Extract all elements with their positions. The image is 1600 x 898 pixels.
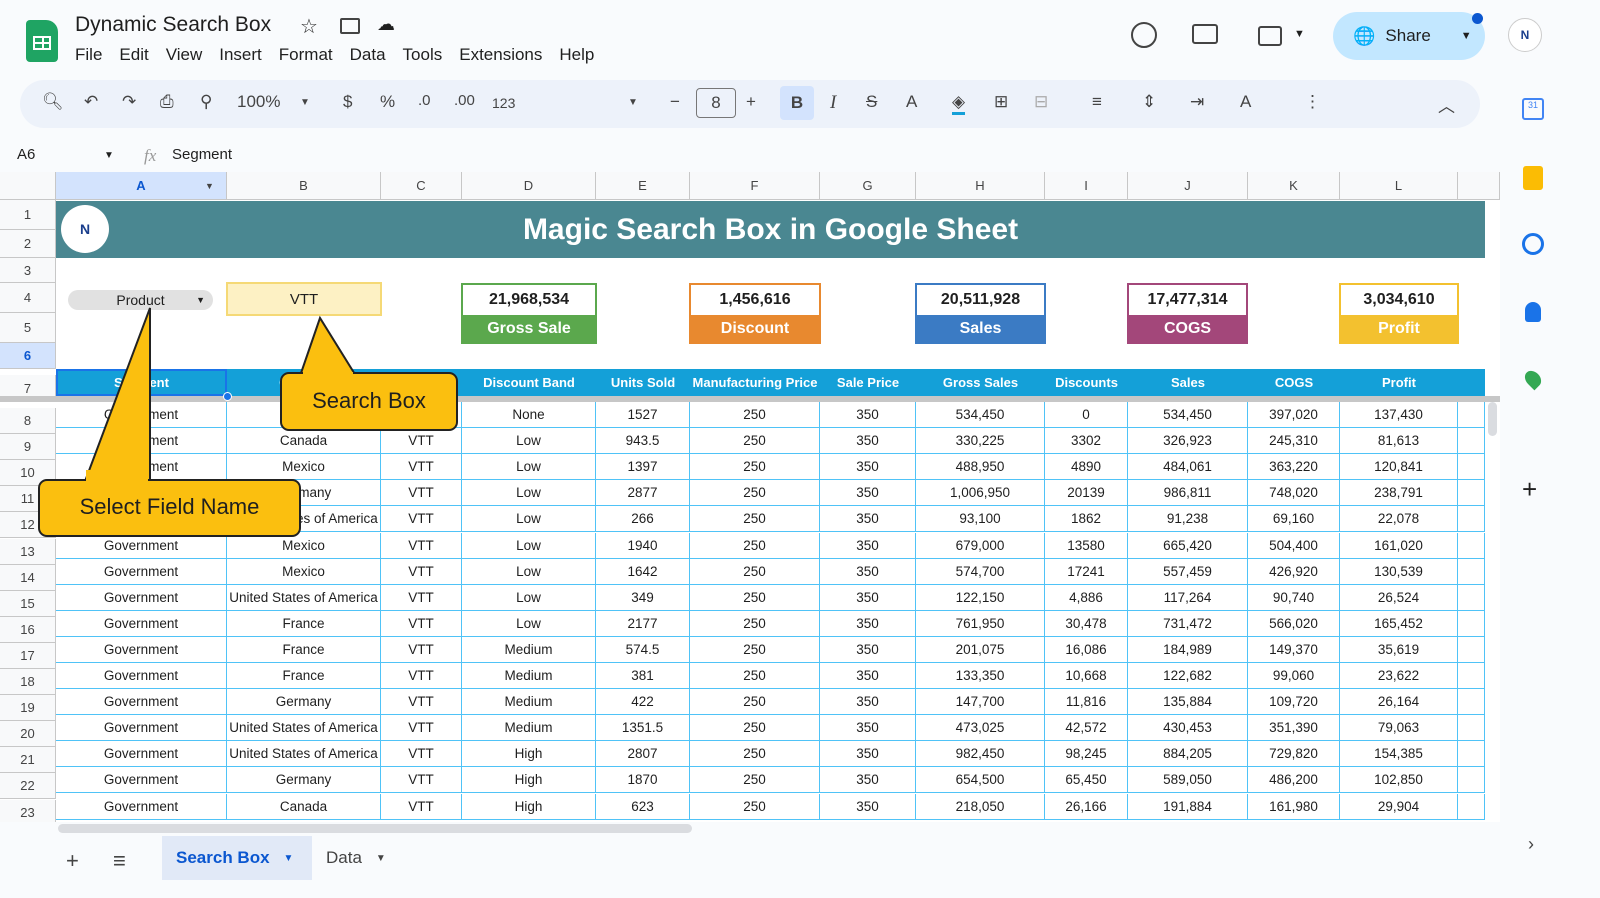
maps-icon[interactable] xyxy=(1521,367,1545,391)
tab-data[interactable]: Data ▼ xyxy=(312,836,402,880)
add-sheet-icon[interactable]: + xyxy=(66,848,79,874)
keep-icon[interactable] xyxy=(1523,166,1543,190)
vertical-scrollbar[interactable] xyxy=(1488,402,1497,436)
search-box-pointer xyxy=(298,315,358,377)
side-panel: 31 + › xyxy=(1500,80,1568,898)
all-sheets-icon[interactable]: ≡ xyxy=(113,848,126,874)
tab-dropdown-icon[interactable]: ▼ xyxy=(284,853,294,864)
calendar-icon[interactable]: 31 xyxy=(1522,98,1544,120)
tab-label: Data xyxy=(326,848,362,867)
tasks-icon[interactable] xyxy=(1522,233,1544,255)
sheet-tabs-bar: + ≡ Search Box ▼ Data ▼ xyxy=(0,836,1500,898)
select-field-pointer xyxy=(82,307,151,485)
search-box-callout-label: Search Box xyxy=(312,388,426,413)
callouts-overlay xyxy=(38,307,458,537)
tab-search-box[interactable]: Search Box ▼ xyxy=(162,836,312,880)
contacts-icon[interactable] xyxy=(1525,302,1541,322)
select-field-callout-label: Select Field Name xyxy=(79,494,260,519)
tab-label: Search Box xyxy=(176,848,270,867)
horizontal-scrollbar[interactable] xyxy=(58,824,692,833)
tab-dropdown-icon[interactable]: ▼ xyxy=(376,853,386,864)
show-side-panel-icon[interactable]: › xyxy=(1528,834,1534,855)
get-addons-icon[interactable]: + xyxy=(1522,474,1537,505)
